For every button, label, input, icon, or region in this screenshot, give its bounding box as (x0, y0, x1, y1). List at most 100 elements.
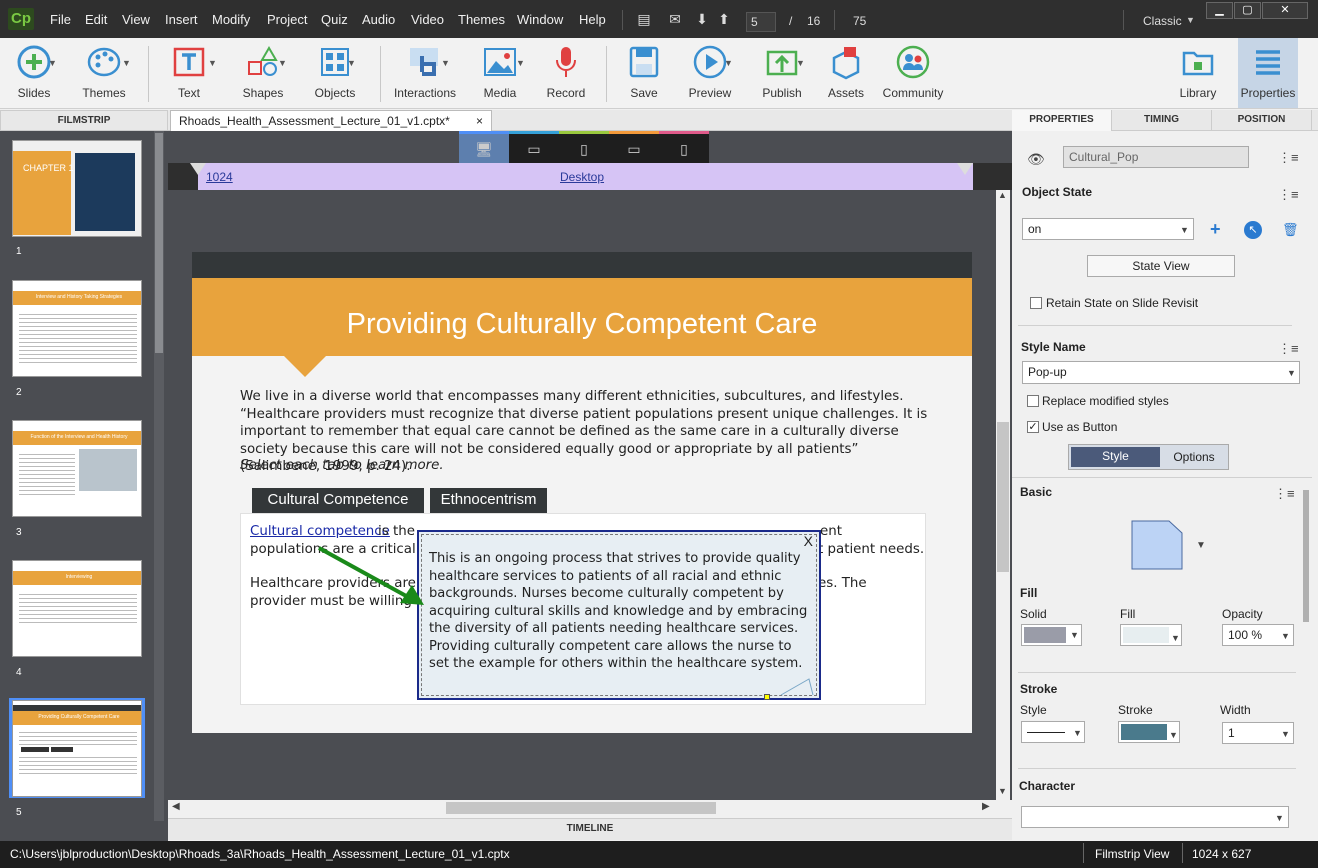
arrow-up-icon[interactable]: ⬆ (716, 11, 732, 27)
slide-instruction[interactable]: Select each tab to learn more. (240, 458, 444, 473)
stage-horizontal-scrollbar[interactable]: ◀ ▶ (168, 800, 996, 816)
maximize-button[interactable]: ▢ (1234, 2, 1261, 19)
font-family-select[interactable] (1021, 806, 1289, 828)
scroll-down-icon[interactable]: ▼ (998, 786, 1007, 796)
minimize-button[interactable]: ▁ (1206, 2, 1233, 19)
slide-thumbnail-1[interactable]: CHAPTER 1 (12, 140, 142, 237)
shapes-button[interactable]: Shapes (236, 38, 290, 108)
panel-menu-icon[interactable]: ⋮≡ (1278, 150, 1299, 166)
preview-button[interactable]: Preview (682, 38, 738, 108)
state-view-button[interactable]: State View (1087, 255, 1235, 277)
chevron-down-icon[interactable]: ▼ (278, 58, 287, 68)
zoom-level[interactable]: 75 (853, 14, 866, 28)
ruler-label[interactable]: Desktop (560, 170, 604, 184)
panel-menu-icon[interactable]: ⋮≡ (1278, 187, 1299, 203)
stroke-color-picker[interactable]: ▼ (1118, 721, 1180, 743)
fill-color-picker[interactable]: ▼ (1120, 624, 1182, 646)
tablet-portrait-button[interactable]: ▯ (559, 131, 609, 163)
text-button[interactable]: Text (165, 38, 213, 108)
use-as-button-checkbox[interactable]: ✓ (1027, 421, 1039, 433)
publish-button[interactable]: Publish (756, 38, 808, 108)
filmstrip-scroll-thumb[interactable] (155, 133, 163, 353)
panel-menu-icon[interactable]: ⋮≡ (1274, 486, 1295, 502)
stage-vertical-scrollbar[interactable]: ▲ ▼ (996, 190, 1010, 800)
add-state-icon[interactable]: + (1210, 219, 1221, 240)
document-tab[interactable]: Rhoads_Health_Assessment_Lecture_01_v1.c… (170, 110, 492, 131)
properties-panel-button[interactable]: Properties (1238, 38, 1298, 108)
slide-title[interactable]: Providing Culturally Competent Care (192, 308, 972, 341)
chevron-down-icon[interactable]: ▼ (796, 58, 805, 68)
trash-icon[interactable]: 🗑 (1282, 222, 1299, 238)
menu-insert[interactable]: Insert (165, 12, 198, 27)
ruler-width[interactable]: 1024 (206, 170, 233, 184)
workspace-dropdown[interactable]: Classic (1143, 14, 1182, 28)
scroll-left-icon[interactable]: ◀ (172, 801, 180, 812)
scroll-thumb[interactable] (997, 422, 1009, 572)
chevron-down-icon[interactable]: ▼ (48, 58, 57, 68)
resize-handle[interactable] (764, 694, 770, 700)
chevron-down-icon[interactable]: ▼ (516, 58, 525, 68)
chevron-down-icon[interactable]: ▼ (347, 58, 356, 68)
media-button[interactable]: Media (472, 38, 528, 108)
chevron-down-icon[interactable]: ▼ (724, 58, 733, 68)
tab-properties[interactable]: PROPERTIES (1012, 110, 1112, 131)
themes-button[interactable]: Themes (74, 38, 134, 108)
filmstrip-header[interactable]: FILMSTRIP (0, 110, 168, 131)
timeline-header[interactable]: TIMELINE (168, 818, 1012, 840)
slide-thumbnail-3[interactable]: Function of the Interview and Health His… (12, 420, 142, 517)
duplicate-state-icon[interactable]: ↖ (1244, 221, 1262, 239)
phone-portrait-button[interactable]: ▯ (659, 131, 709, 163)
desktop-view-button[interactable]: 🖥 (459, 131, 509, 163)
replace-styles-checkbox[interactable] (1027, 395, 1039, 407)
object-name-field[interactable]: Cultural_Pop (1063, 146, 1249, 168)
tab-timing[interactable]: TIMING (1112, 110, 1212, 131)
menu-audio[interactable]: Audio (362, 12, 395, 27)
style-tab-button[interactable]: Style (1071, 447, 1160, 467)
menu-window[interactable]: Window (517, 12, 563, 27)
scroll-up-icon[interactable]: ▲ (998, 190, 1007, 200)
ruler-handle-left[interactable] (190, 163, 206, 175)
objects-button[interactable]: Objects (308, 38, 362, 108)
interactions-button[interactable]: Interactions (392, 38, 458, 108)
shape-preview[interactable] (1131, 520, 1183, 570)
community-button[interactable]: Community (880, 38, 946, 108)
save-button[interactable]: Save (620, 38, 668, 108)
menu-view[interactable]: View (122, 12, 150, 27)
chevron-down-icon[interactable]: ▼ (441, 58, 450, 68)
chevron-down-icon[interactable]: ▼ (208, 58, 217, 68)
stroke-style-select[interactable]: ▼ (1021, 721, 1085, 743)
fill-type-select[interactable]: ▼ (1021, 624, 1082, 646)
cultural-pop-popup[interactable]: X This is an ongoing process that strive… (417, 530, 821, 700)
menu-modify[interactable]: Modify (212, 12, 250, 27)
menu-edit[interactable]: Edit (85, 12, 107, 27)
phone-landscape-button[interactable]: ▭ (609, 131, 659, 163)
breakpoint-ruler[interactable]: 1024 Desktop (198, 163, 973, 190)
mail-icon[interactable]: ✉ (667, 11, 683, 27)
tablet-landscape-button[interactable]: ▭ (509, 131, 559, 163)
slide-thumbnail-5[interactable]: Providing Culturally Competent Care (12, 700, 142, 797)
visibility-eye-icon[interactable]: 👁 (1027, 151, 1045, 168)
retain-state-checkbox[interactable] (1030, 297, 1042, 309)
chevron-down-icon[interactable]: ▼ (1196, 540, 1206, 551)
popup-close-button[interactable]: X (804, 533, 813, 549)
slides-button[interactable]: Slides (5, 38, 63, 108)
arrow-down-icon[interactable]: ⬇ (694, 11, 710, 27)
options-tab-button[interactable]: Options (1162, 447, 1226, 467)
menu-quiz[interactable]: Quiz (321, 12, 348, 27)
tab-position[interactable]: POSITION (1212, 110, 1312, 131)
slide-thumbnail-2[interactable]: Interview and History Taking Strategies (12, 280, 142, 377)
assets-button[interactable]: Assets (822, 38, 870, 108)
state-select[interactable]: on (1022, 218, 1194, 240)
menu-project[interactable]: Project (267, 12, 307, 27)
style-name-select[interactable]: Pop-up (1022, 361, 1300, 384)
panel-scroll-thumb[interactable] (1303, 490, 1309, 622)
cultural-competence-link[interactable]: Cultural competence (250, 524, 390, 539)
scroll-right-icon[interactable]: ▶ (982, 801, 990, 812)
menu-themes[interactable]: Themes (458, 12, 505, 27)
panel-menu-icon[interactable]: ⋮≡ (1278, 341, 1299, 357)
menu-video[interactable]: Video (411, 12, 444, 27)
chevron-down-icon[interactable]: ▼ (122, 58, 131, 68)
close-tab-icon[interactable]: × (476, 111, 483, 131)
tab-ethnocentrism[interactable]: Ethnocentrism (430, 488, 547, 513)
slide-thumbnail-4[interactable]: Interviewing (12, 560, 142, 657)
